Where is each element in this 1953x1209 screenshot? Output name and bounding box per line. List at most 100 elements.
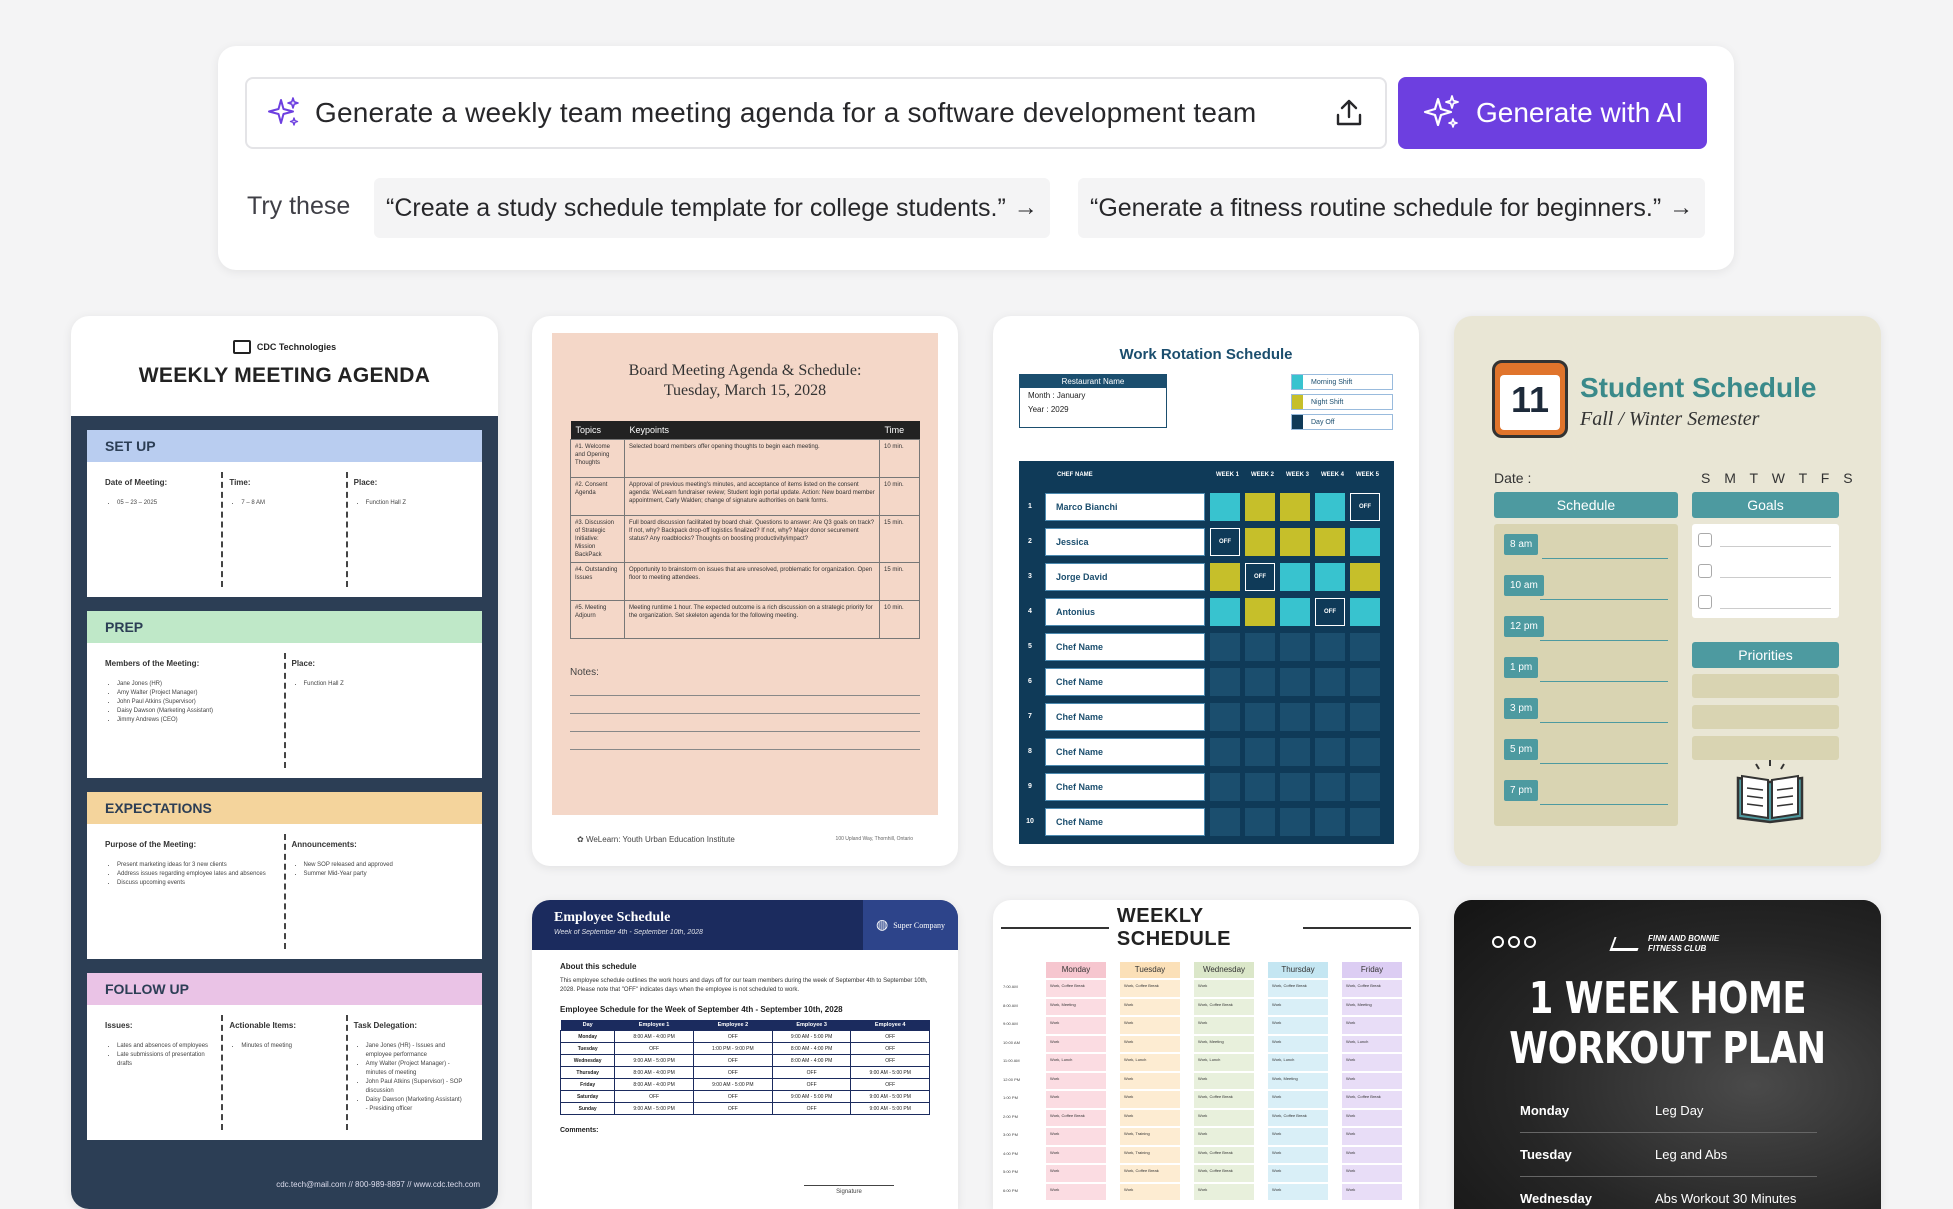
shift-cell xyxy=(1315,667,1345,696)
shift-cell xyxy=(1210,737,1240,766)
table-cell: 15 min. xyxy=(879,562,920,601)
column-header: CHEF NAME xyxy=(1057,472,1093,478)
rotation-row: 2 Jessica OFF xyxy=(1019,524,1394,559)
table-cell: OFF xyxy=(771,1066,852,1079)
sparkle-icon xyxy=(1423,95,1459,128)
priority-slot xyxy=(1692,674,1839,698)
section-column: Issues: Lates and absences of employeesLa… xyxy=(99,1015,224,1130)
schedule-block: Work, Meeting xyxy=(1342,998,1402,1015)
signature-label: Signature xyxy=(804,1185,894,1195)
schedule-block: Work xyxy=(1342,1109,1402,1126)
board-address: 100 Upland Way, Thornhill, Ontario xyxy=(835,836,913,842)
slot-line xyxy=(1540,599,1668,600)
shift-cell xyxy=(1245,527,1275,556)
schedule-block: Work xyxy=(1194,1109,1254,1126)
slot-line xyxy=(1540,722,1668,723)
table-cell: 9:00 AM - 5:00 PM xyxy=(692,1078,773,1091)
table-cell: 8:00 AM - 4:00 PM xyxy=(771,1054,852,1067)
time-slot: 8 am xyxy=(1504,534,1539,555)
table-cell: OFF xyxy=(692,1102,773,1115)
workout-day: Monday xyxy=(1520,1103,1570,1118)
time-label: 3:00 PM xyxy=(1003,1132,1018,1137)
workout-title-line: 1 WEEK HOME xyxy=(1528,973,1807,1024)
template-card-workout-plan[interactable]: FINN AND BONNIE FITNESS CLUB 1 WEEK HOME… xyxy=(1454,900,1881,1209)
prompt-input[interactable]: Generate a weekly team meeting agenda fo… xyxy=(245,77,1387,149)
student-title: Student Schedule xyxy=(1580,372,1817,403)
table-cell: Sunday xyxy=(559,1102,616,1115)
schedule-block: Work xyxy=(1046,1128,1106,1145)
time-label: 9:00 AM xyxy=(1003,1021,1018,1026)
schedule-block: Work xyxy=(1046,1072,1106,1089)
template-card-employee-schedule[interactable]: Employee Schedule Week of September 4th … xyxy=(532,900,958,1209)
upload-icon[interactable] xyxy=(1333,97,1365,129)
table-row: Monday 8:00 AM - 4:00 PM OFF 9:00 AM - 5:00… xyxy=(559,1030,930,1043)
shift-cell xyxy=(1210,772,1240,801)
shift-cell xyxy=(1210,562,1240,591)
suggestion-text: “Create a study schedule template for co… xyxy=(386,193,1006,222)
time-slot: 3 pm xyxy=(1504,698,1539,719)
template-card-work-rotation[interactable]: Work Rotation Schedule Restaurant Name M… xyxy=(993,316,1419,866)
table-header: Keypoints xyxy=(624,421,880,440)
schedule-block: Work xyxy=(1120,1017,1180,1034)
shift-cell xyxy=(1210,702,1240,731)
rotation-row: 1 Marco Bianchi OFF xyxy=(1019,489,1394,524)
agenda-section: FOLLOW UP Issues: Lates and absences of em… xyxy=(87,973,482,1140)
list-item: New SOP released and approved xyxy=(304,861,465,870)
table-cell: 8:00 AM - 4:00 PM xyxy=(614,1078,694,1091)
table-cell: 9:00 AM - 5:00 PM xyxy=(771,1030,852,1043)
column-list: Present marketing ideas for 3 new client… xyxy=(105,861,278,888)
table-row: #5. Meeting Adjourn Meeting runtime 1 hou… xyxy=(570,600,920,639)
table-cell: OFF xyxy=(692,1054,773,1067)
table-header: Employee 2 xyxy=(693,1020,773,1031)
calendar-icon: 11 xyxy=(1492,360,1568,438)
schedule-column: 8 am 10 am 12 pm 1 pm 3 pm 5 pm 7 pm xyxy=(1494,524,1678,826)
suggestion-chip-fitness[interactable]: “Generate a fitness routine schedule for… xyxy=(1078,178,1706,238)
legend-swatch xyxy=(1292,395,1303,409)
template-card-board-meeting[interactable]: Board Meeting Agenda & Schedule: Tuesday… xyxy=(532,316,958,866)
notes-line xyxy=(570,696,920,714)
row-number: 1 xyxy=(1028,503,1032,510)
club-logo: FINN AND BONNIE FITNESS CLUB xyxy=(1609,934,1720,954)
priority-slot xyxy=(1692,705,1839,729)
list-item: Summer Mid-Year party xyxy=(304,870,465,879)
time-slot: 12 pm xyxy=(1504,616,1544,637)
company-name: Super Company xyxy=(893,920,945,930)
goals-header: Goals xyxy=(1692,492,1839,518)
schedule-block: Work xyxy=(1268,1017,1328,1034)
club-name: FINN AND BONNIE FITNESS CLUB xyxy=(1648,934,1720,953)
shift-cell xyxy=(1245,492,1275,521)
day-column: Tuesday Work, Coffee Break Work Work Work Wor… xyxy=(1120,962,1180,1209)
priorities-header: Priorities xyxy=(1692,642,1839,668)
table-cell: OFF xyxy=(771,1078,852,1091)
template-card-weekly-schedule[interactable]: WEEKLY SCHEDULE 7:00 AM 8:00 AM 9:00 AM 10:… xyxy=(993,900,1419,1209)
schedule-block: Work xyxy=(1046,1091,1106,1108)
column-list: 05 – 23 – 2025 xyxy=(105,499,215,508)
workout-row: Tuesday Leg and Abs xyxy=(1520,1133,1817,1177)
workout-day: Wednesday xyxy=(1520,1191,1593,1206)
generate-with-ai-button[interactable]: Generate with AI xyxy=(1398,77,1707,149)
template-card-student-schedule[interactable]: 11 Student Schedule Fall / Winter Semest… xyxy=(1454,316,1881,866)
shift-cell xyxy=(1350,632,1380,661)
chef-name: Chef Name xyxy=(1045,807,1205,836)
schedule-block: Work xyxy=(1046,1183,1106,1200)
row-number: 2 xyxy=(1028,538,1032,545)
schedule-block: Work xyxy=(1194,1072,1254,1089)
chef-name: Marco Bianchi xyxy=(1045,492,1205,521)
globe-icon: ◍ xyxy=(876,917,889,933)
column-header: WEEK 1 xyxy=(1215,472,1239,478)
row-number: 10 xyxy=(1026,818,1034,825)
slot-line xyxy=(1540,804,1668,805)
row-number: 9 xyxy=(1028,783,1032,790)
prompt-text[interactable]: Generate a weekly team meeting agenda fo… xyxy=(315,97,1313,129)
goals-list xyxy=(1692,524,1839,618)
table-cell: OFF xyxy=(614,1090,694,1103)
table-cell: 9:00 AM - 5:00 PM xyxy=(850,1066,930,1079)
schedule-block: Work, Lunch xyxy=(1342,1035,1402,1052)
column-heading: Announcements: xyxy=(291,840,357,849)
weekly-columns: 7:00 AM 8:00 AM 9:00 AM 10:00 AM 11:00 AM 12:… xyxy=(1003,962,1409,1209)
table-cell: #5. Meeting Adjourn xyxy=(570,600,625,639)
table-cell: Saturday xyxy=(559,1090,616,1103)
template-card-weekly-meeting-agenda[interactable]: CDC Technologies WEEKLY MEETING AGENDA S… xyxy=(71,316,498,1209)
day-header: Thursday xyxy=(1268,962,1328,978)
suggestion-chip-study[interactable]: “Create a study schedule template for co… xyxy=(374,178,1050,238)
